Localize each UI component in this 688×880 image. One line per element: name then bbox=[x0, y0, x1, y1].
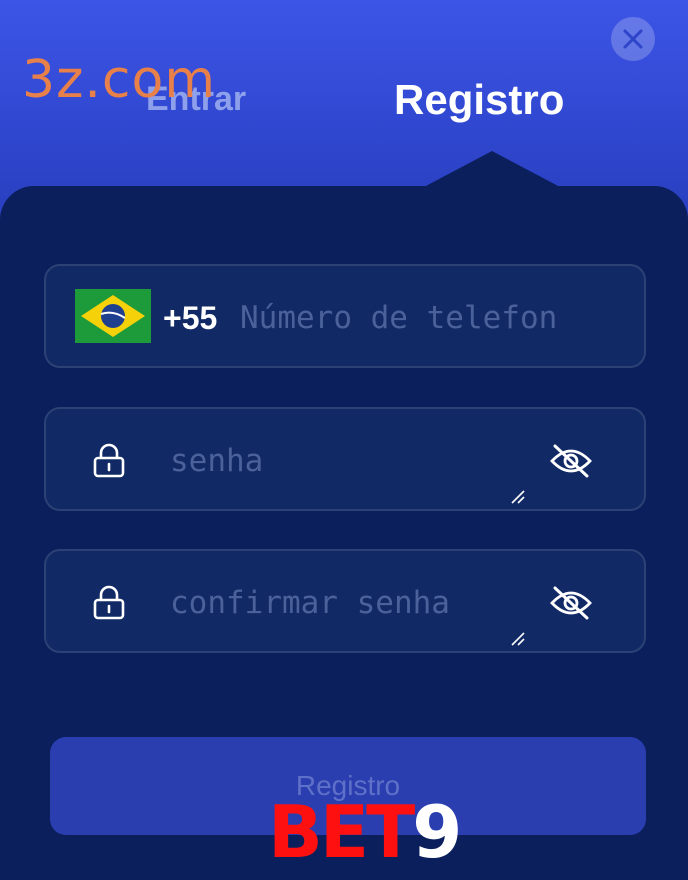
confirm-password-field bbox=[44, 549, 646, 653]
country-code[interactable]: +55 bbox=[163, 300, 217, 337]
eye-off-icon[interactable] bbox=[549, 585, 593, 621]
confirm-password-input[interactable] bbox=[170, 583, 540, 623]
brand-logo-part1: BET bbox=[268, 790, 415, 874]
brand-logo-part2: 9 bbox=[412, 790, 462, 874]
active-tab-pointer bbox=[424, 151, 560, 187]
resize-handle-icon[interactable] bbox=[510, 631, 526, 647]
lock-icon bbox=[93, 585, 125, 620]
password-input[interactable] bbox=[170, 441, 540, 481]
phone-field: +55 bbox=[44, 264, 646, 368]
brazil-flag-icon[interactable] bbox=[75, 289, 151, 343]
close-button[interactable] bbox=[611, 17, 655, 61]
password-field bbox=[44, 407, 646, 511]
watermark-text: 3z.com bbox=[22, 50, 216, 110]
tab-registro[interactable]: Registro bbox=[394, 76, 564, 124]
close-icon bbox=[623, 29, 643, 49]
eye-off-icon[interactable] bbox=[549, 443, 593, 479]
phone-input[interactable] bbox=[240, 298, 590, 338]
lock-icon bbox=[93, 443, 125, 478]
resize-handle-icon[interactable] bbox=[510, 489, 526, 505]
brand-logo: BET9 bbox=[268, 796, 462, 868]
